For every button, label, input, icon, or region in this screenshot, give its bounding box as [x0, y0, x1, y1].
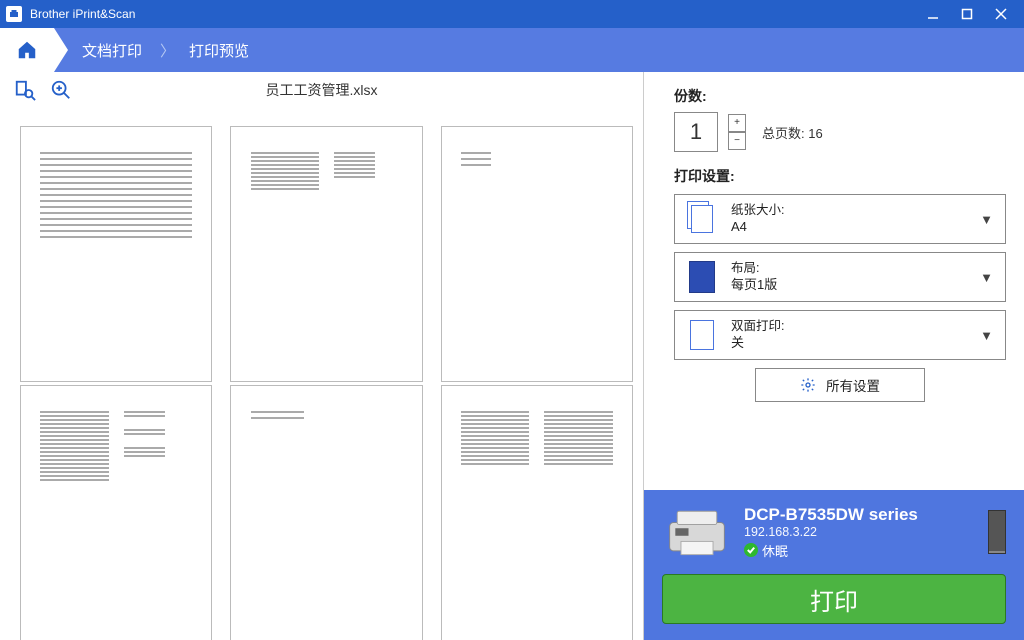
page-thumb[interactable] [230, 385, 422, 640]
duplex-value: 关 [731, 335, 784, 352]
paper-icon [685, 200, 719, 238]
paper-size-title: 纸张大小: [731, 202, 784, 218]
filename-label: 员工工资管理.xlsx [0, 80, 643, 100]
copies-label: 份数: [674, 86, 1006, 106]
copies-stepper: + − [728, 114, 746, 150]
close-button[interactable] [984, 4, 1018, 24]
page-thumb[interactable] [20, 126, 212, 382]
all-settings-label: 所有设置 [826, 375, 880, 395]
duplex-icon [685, 316, 719, 354]
preview-pane: 员工工资管理.xlsx [0, 72, 644, 640]
printer-ip: 192.168.3.22 [744, 525, 976, 539]
breadcrumb-separator-icon: 〉 [160, 40, 175, 61]
printer-status-text: 休眠 [762, 541, 788, 560]
layout-value: 每页1版 [731, 277, 777, 294]
navbar: 文档打印 〉 打印预览 [0, 28, 1024, 72]
layout-icon [685, 258, 719, 296]
print-button[interactable]: 打印 [662, 574, 1006, 624]
paper-size-value: A4 [731, 219, 784, 236]
chevron-down-icon: ▼ [980, 212, 993, 227]
chevron-down-icon: ▼ [980, 328, 993, 343]
zoom-in-button[interactable] [48, 77, 74, 103]
copies-input[interactable] [674, 112, 718, 152]
settings-pane: 份数: + − 总页数: 16 打印设置: 纸张大小: A4 ▼ [644, 72, 1024, 640]
page-thumb[interactable] [230, 126, 422, 382]
gear-icon [800, 377, 816, 393]
copies-decrease-button[interactable]: − [728, 132, 746, 150]
chevron-down-icon: ▼ [980, 270, 993, 285]
layout-title: 布局: [731, 260, 777, 276]
titlebar: Brother iPrint&Scan [0, 0, 1024, 28]
all-settings-button[interactable]: 所有设置 [755, 368, 925, 402]
printer-name: DCP-B7535DW series [744, 505, 976, 525]
ink-level-icon [988, 510, 1006, 554]
duplex-row[interactable]: 双面打印: 关 ▼ [674, 310, 1006, 360]
duplex-title: 双面打印: [731, 318, 784, 334]
total-pages-label: 总页数: 16 [762, 123, 823, 142]
page-thumb[interactable] [20, 385, 212, 640]
page-thumb[interactable] [441, 385, 633, 640]
page-thumb[interactable] [441, 126, 633, 382]
zoom-fit-button[interactable] [12, 77, 38, 103]
breadcrumb-item-2: 打印预览 [175, 40, 267, 61]
app-icon [6, 6, 22, 22]
preview-grid[interactable] [0, 108, 643, 640]
minimize-button[interactable] [916, 4, 950, 24]
breadcrumb-item-1[interactable]: 文档打印 [54, 40, 160, 61]
paper-size-row[interactable]: 纸张大小: A4 ▼ [674, 194, 1006, 244]
printer-panel[interactable]: DCP-B7535DW series 192.168.3.22 休眠 [644, 490, 1024, 574]
copies-increase-button[interactable]: + [728, 114, 746, 132]
preview-toolbar: 员工工资管理.xlsx [0, 72, 643, 108]
layout-row[interactable]: 布局: 每页1版 ▼ [674, 252, 1006, 302]
titlebar-title: Brother iPrint&Scan [30, 7, 916, 21]
maximize-button[interactable] [950, 4, 984, 24]
home-button[interactable] [0, 28, 54, 72]
printer-icon [662, 504, 732, 560]
print-settings-heading: 打印设置: [674, 166, 1006, 186]
status-ok-icon [744, 543, 758, 557]
